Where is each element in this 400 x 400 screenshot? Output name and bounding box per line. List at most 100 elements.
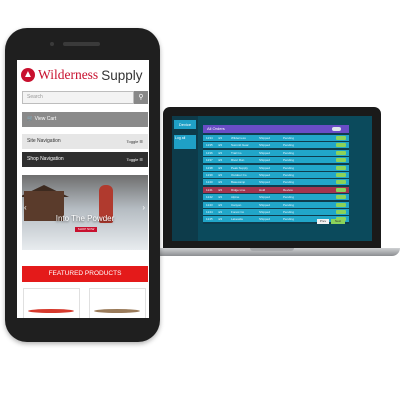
- table-cell: 1241: [206, 187, 213, 192]
- row-action-button[interactable]: [336, 195, 346, 200]
- panel-header: All Orders: [203, 125, 349, 133]
- table-row[interactable]: 1237 4/2 River Run Shipped Pending: [203, 157, 349, 164]
- table-cell: 1245: [206, 217, 213, 222]
- logo-word-wilderness: Wilderness: [38, 67, 99, 82]
- view-cart-button[interactable]: 🛒 View Cart: [22, 112, 148, 127]
- row-action-button[interactable]: [336, 209, 346, 214]
- table-cell: Pending: [283, 143, 295, 148]
- shop-navigation-toggle[interactable]: Shop Navigation Toggle ☰: [22, 152, 148, 167]
- table-cell: Trail Co: [231, 150, 242, 155]
- site-navigation-toggle[interactable]: Site Navigation Toggle ☰: [22, 134, 148, 149]
- row-action-button[interactable]: [336, 172, 346, 177]
- phone-screen: ▲ Wilderness Supply Search ⚲ 🛒 View Cart…: [17, 60, 149, 318]
- table-cell: Shipped: [259, 158, 271, 163]
- table-row[interactable]: 1241 4/2 Ridge Line Hold Review: [203, 186, 349, 193]
- row-action-button[interactable]: [336, 158, 346, 163]
- table-cell: Forest Co: [231, 209, 245, 214]
- product-card[interactable]: [89, 288, 146, 318]
- site-logo[interactable]: ▲ Wilderness Supply: [21, 66, 147, 84]
- prev-button[interactable]: Prev: [317, 219, 329, 224]
- row-action-button[interactable]: [336, 136, 346, 140]
- table-row[interactable]: 1242 4/2 Alpine Shipped Pending: [203, 194, 349, 201]
- row-action-button[interactable]: [336, 187, 346, 192]
- table-cell: 1239: [206, 172, 213, 177]
- table-cell: Shipped: [259, 143, 271, 148]
- table-row[interactable]: 1243 4/2 Canyon Shipped Pending: [203, 201, 349, 208]
- chevron-left-icon[interactable]: ‹: [24, 203, 27, 212]
- hero-banner[interactable]: Into The Powder SHOP NOW ‹ ›: [22, 175, 148, 250]
- camera: [50, 42, 54, 46]
- table-cell: Pending: [283, 195, 295, 200]
- table-cell: 4/2: [218, 202, 223, 207]
- table-cell: 4/2: [218, 172, 223, 177]
- table-cell: 4/2: [218, 180, 223, 185]
- table-cell: Pending: [283, 180, 295, 185]
- table-cell: Shipped: [259, 195, 271, 200]
- toggle-label: Toggle: [126, 139, 139, 144]
- table-cell: 1234: [206, 136, 213, 140]
- table-cell: 4/2: [218, 187, 223, 192]
- table-cell: 4/2: [218, 195, 223, 200]
- hero-cta-button[interactable]: SHOP NOW: [75, 227, 97, 232]
- table-cell: Lakeside: [231, 217, 244, 222]
- table-cell: Shipped: [259, 180, 271, 185]
- table-row[interactable]: 1238 4/2 Peak Supply Shipped Pending: [203, 164, 349, 171]
- table-cell: 1237: [206, 158, 213, 163]
- orders-table: 1234 4/2 Wilderness Shipped Pending 1235 4/2 Su…: [203, 135, 349, 224]
- product-card[interactable]: [23, 288, 80, 318]
- table-cell: Basecamp: [231, 180, 246, 185]
- search-icon: ⚲: [138, 94, 144, 101]
- table-cell: Pending: [283, 217, 295, 222]
- table-cell: 4/2: [218, 158, 223, 163]
- table-cell: Wilderness: [231, 136, 246, 140]
- table-cell: 1243: [206, 202, 213, 207]
- toggle-switch[interactable]: [332, 127, 341, 131]
- table-cell: 1235: [206, 143, 213, 148]
- table-cell: Pending: [283, 150, 295, 155]
- table-cell: Pending: [283, 202, 295, 207]
- hero-title: Into The Powder: [55, 214, 115, 223]
- table-cell: 1236: [206, 150, 213, 155]
- search-input[interactable]: Search: [22, 91, 134, 104]
- row-action-button[interactable]: [336, 202, 346, 207]
- kayak-image: [28, 309, 74, 313]
- table-cell: Pending: [283, 158, 295, 163]
- table-row[interactable]: 1244 4/2 Forest Co Shipped Pending: [203, 208, 349, 215]
- table-cell: Peak Supply: [231, 165, 248, 170]
- next-button[interactable]: Next: [331, 219, 345, 224]
- table-cell: Outdoor Co: [231, 172, 247, 177]
- kayak-image: [94, 309, 140, 313]
- table-cell: Summit Gear: [231, 143, 249, 148]
- table-cell: Shipped: [259, 136, 271, 140]
- featured-products-heading: FEATURED PRODUCTS: [22, 266, 148, 282]
- table-cell: River Run: [231, 158, 245, 163]
- row-action-button[interactable]: [336, 165, 346, 170]
- table-row[interactable]: 1239 4/2 Outdoor Co Shipped Pending: [203, 171, 349, 179]
- chevron-right-icon[interactable]: ›: [142, 203, 145, 212]
- table-row[interactable]: 1240 4/2 Basecamp Shipped Pending: [203, 179, 349, 186]
- table-cell: 4/2: [218, 150, 223, 155]
- logo-word-supply: Supply: [101, 67, 143, 83]
- row-action-button[interactable]: [336, 150, 346, 155]
- toggle-label: Toggle: [126, 157, 139, 162]
- table-cell: Review: [283, 187, 293, 192]
- dashboard-sidebar: Device Log all: [172, 116, 198, 241]
- tree-logo-icon: ▲: [21, 68, 35, 82]
- laptop-notch: [250, 248, 294, 251]
- sidebar-item[interactable]: Log all: [174, 135, 196, 149]
- table-cell: 4/2: [218, 136, 223, 140]
- row-action-button[interactable]: [336, 180, 346, 185]
- shop-navigation-label: Shop Navigation: [27, 156, 64, 162]
- toggle-menu-icon: Toggle ☰: [126, 157, 144, 162]
- table-cell: Alpine: [231, 195, 240, 200]
- table-cell: Shipped: [259, 217, 271, 222]
- table-row[interactable]: 1235 4/2 Summit Gear Shipped Pending: [203, 142, 349, 149]
- row-action-button[interactable]: [336, 143, 346, 148]
- table-cell: Pending: [283, 172, 295, 177]
- cart-icon: 🛒: [27, 116, 34, 122]
- table-row[interactable]: 1234 4/2 Wilderness Shipped Pending: [203, 135, 349, 142]
- sidebar-heading[interactable]: Device: [174, 120, 196, 129]
- table-row[interactable]: 1236 4/2 Trail Co Shipped Pending: [203, 149, 349, 156]
- laptop: Device Log all All Orders 1234 4/2 Wildern…: [163, 107, 381, 249]
- search-button[interactable]: ⚲: [134, 91, 148, 104]
